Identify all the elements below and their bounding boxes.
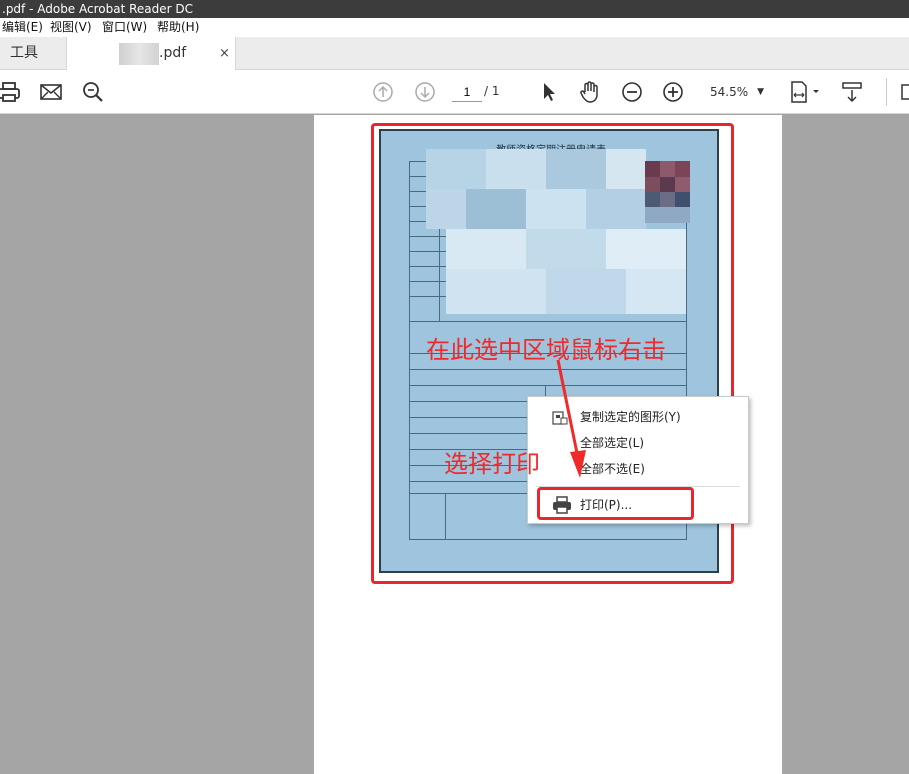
page-up-icon[interactable]	[371, 80, 395, 104]
zoom-select[interactable]: 54.5% ▼	[700, 81, 770, 103]
toolbar: / 1 54.5% ▼	[0, 70, 909, 114]
menu-select-all[interactable]: 全部选定(L)	[528, 431, 748, 455]
window-title: .pdf - Adobe Acrobat Reader DC	[0, 0, 909, 18]
menu-copy-graphic[interactable]: 复制选定的图形(Y)	[528, 405, 748, 429]
annotation-choose-print: 选择打印	[444, 450, 540, 478]
menu-deselect-all[interactable]: 全部不选(E)	[528, 457, 748, 481]
page-total: / 1	[484, 84, 500, 98]
menu-view[interactable]: 视图(V)	[50, 18, 92, 37]
chevron-down-icon: ▼	[757, 87, 764, 97]
zoom-out-icon[interactable]	[620, 80, 644, 104]
menu-select-all-label: 全部选定(L)	[580, 436, 645, 450]
zoom-value: 54.5%	[710, 85, 749, 99]
page-down-icon[interactable]	[413, 80, 437, 104]
menu-bar: 编辑(E) 视图(V) 窗口(W) 帮助(H)	[0, 18, 909, 37]
fit-page-icon[interactable]	[788, 80, 822, 104]
close-tab-icon[interactable]: ×	[219, 37, 230, 70]
menu-window[interactable]: 窗口(W)	[102, 18, 147, 37]
printer-icon[interactable]	[0, 80, 20, 104]
menu-deselect-all-label: 全部不选(E)	[580, 462, 645, 476]
menu-help[interactable]: 帮助(H)	[157, 18, 199, 37]
tab-document[interactable]: .pdf ×	[66, 37, 236, 71]
more-tools-icon[interactable]	[900, 80, 909, 104]
mail-icon[interactable]	[39, 80, 63, 104]
tab-tools[interactable]: 工具	[0, 37, 66, 70]
red-highlight-box	[537, 487, 694, 520]
hand-icon[interactable]	[578, 80, 602, 104]
menu-copy-graphic-label: 复制选定的图形(Y)	[580, 410, 681, 424]
tab-document-label: .pdf	[159, 45, 187, 61]
annotation-right-click: 在此选中区域鼠标右击	[426, 336, 666, 364]
zoom-in-icon[interactable]	[661, 80, 685, 104]
select-cursor-icon[interactable]	[538, 80, 558, 104]
search-icon[interactable]	[81, 80, 105, 104]
toolbar-divider	[886, 78, 887, 106]
menu-edit[interactable]: 编辑(E)	[2, 18, 43, 37]
redacted-filename	[119, 43, 159, 65]
page-number-input[interactable]	[452, 82, 482, 102]
scroll-icon[interactable]	[840, 80, 864, 104]
tab-bar: 工具 .pdf ×	[0, 37, 909, 71]
